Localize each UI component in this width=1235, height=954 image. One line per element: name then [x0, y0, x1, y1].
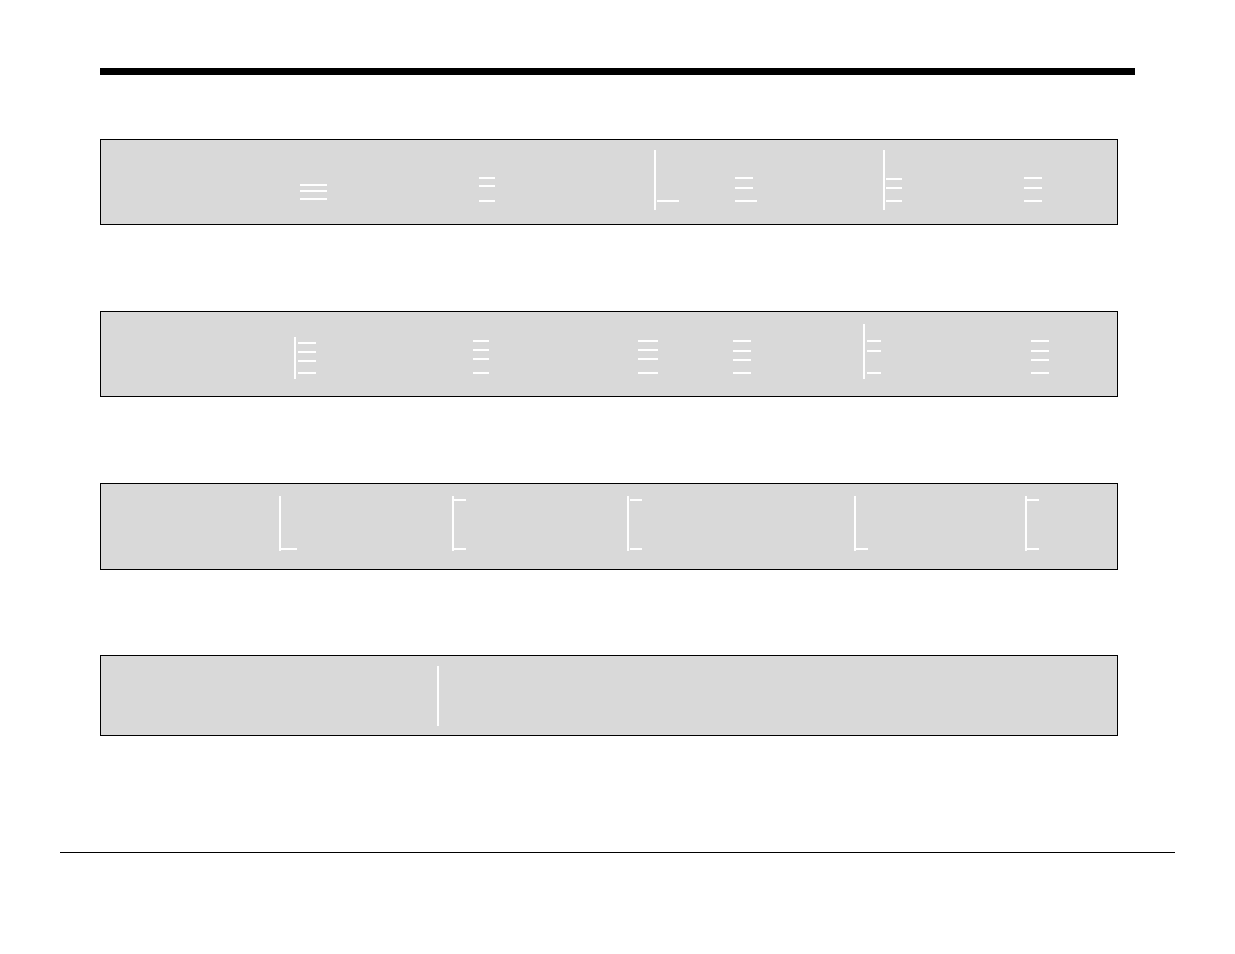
tick-mark	[479, 185, 495, 187]
tick-mark	[733, 372, 751, 374]
tick-mark	[1025, 496, 1027, 551]
table-2	[100, 311, 1118, 397]
tick-mark	[473, 349, 489, 351]
tick-mark	[863, 324, 865, 379]
tick-mark	[294, 337, 296, 379]
tick-mark	[1024, 200, 1042, 202]
tick-mark	[1031, 359, 1049, 361]
tick-mark	[298, 351, 316, 353]
tick-mark	[735, 187, 753, 189]
tick-mark	[437, 666, 439, 726]
tick-mark	[473, 372, 489, 374]
tick-mark	[1027, 499, 1039, 501]
tick-mark	[867, 340, 881, 342]
tick-mark	[654, 150, 656, 210]
tick-mark	[300, 190, 327, 192]
tick-mark	[1024, 177, 1042, 179]
tick-mark	[298, 342, 316, 344]
tick-mark	[454, 548, 466, 550]
tick-mark	[454, 499, 466, 501]
tick-mark	[733, 340, 751, 342]
tick-mark	[854, 496, 856, 551]
tick-mark	[886, 200, 902, 202]
tick-mark	[1031, 372, 1049, 374]
tick-mark	[280, 548, 297, 550]
tick-mark	[638, 349, 658, 351]
table-3	[100, 483, 1118, 570]
tick-mark	[452, 496, 454, 551]
tick-mark	[657, 200, 679, 202]
tick-mark	[867, 350, 881, 352]
tick-mark	[298, 372, 316, 374]
tick-mark	[1027, 548, 1039, 550]
tick-mark	[735, 200, 757, 202]
tick-mark	[733, 359, 751, 361]
tick-mark	[886, 178, 902, 180]
tick-mark	[638, 358, 658, 360]
tick-mark	[886, 187, 902, 189]
table-1	[100, 139, 1118, 225]
table-4	[100, 655, 1118, 736]
tick-mark	[867, 372, 881, 374]
tick-mark	[856, 548, 868, 550]
tick-mark	[279, 496, 281, 551]
tick-mark	[630, 548, 642, 550]
tick-mark	[638, 372, 658, 374]
tick-mark	[733, 350, 751, 352]
tick-mark	[735, 177, 753, 179]
tick-mark	[479, 177, 495, 179]
tick-mark	[627, 496, 629, 551]
bottom-horizontal-rule	[60, 852, 1175, 853]
tick-mark	[638, 340, 658, 342]
tick-mark	[473, 358, 489, 360]
top-horizontal-rule	[100, 68, 1135, 75]
tick-mark	[630, 499, 642, 501]
tick-mark	[473, 340, 489, 342]
tick-mark	[1031, 350, 1049, 352]
tick-mark	[1031, 340, 1049, 342]
tick-mark	[298, 360, 316, 362]
tick-mark	[883, 150, 885, 210]
tick-mark	[479, 200, 495, 202]
tick-mark	[300, 184, 327, 186]
tick-mark	[300, 198, 327, 200]
tick-mark	[1024, 187, 1042, 189]
